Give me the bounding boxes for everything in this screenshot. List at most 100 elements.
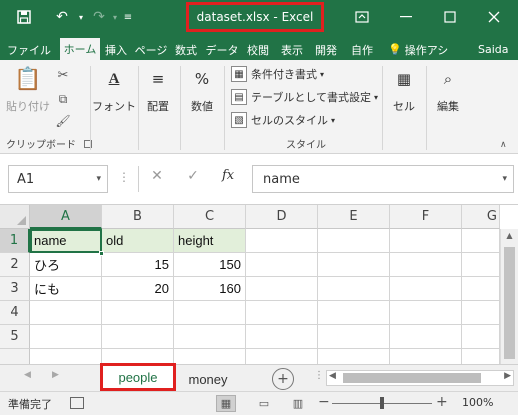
ribbon-display-options-icon[interactable] bbox=[340, 4, 384, 30]
tab-page-layout[interactable]: ページ bbox=[134, 39, 168, 60]
cell[interactable] bbox=[318, 301, 390, 325]
cell[interactable] bbox=[246, 325, 318, 349]
zoom-out-icon[interactable]: − bbox=[318, 394, 330, 410]
tab-split-handle-icon[interactable]: ⋮ bbox=[314, 370, 324, 381]
confirm-entry-icon[interactable]: ✓ bbox=[182, 168, 204, 184]
redo-dropdown-icon[interactable]: ▾ bbox=[111, 6, 119, 28]
account-name[interactable]: Saida bbox=[478, 39, 509, 60]
row-header[interactable]: 2 bbox=[0, 253, 30, 277]
cell-b1[interactable]: old bbox=[102, 229, 174, 253]
cell[interactable] bbox=[462, 325, 500, 349]
cell[interactable] bbox=[462, 349, 500, 365]
name-box[interactable]: A1 ▾ bbox=[8, 165, 108, 193]
column-header[interactable]: A bbox=[30, 205, 102, 229]
tab-review[interactable]: 校閲 bbox=[242, 39, 274, 60]
cell[interactable] bbox=[30, 301, 102, 325]
cell[interactable] bbox=[390, 301, 462, 325]
column-header[interactable]: E bbox=[318, 205, 390, 229]
horizontal-scroll-thumb[interactable] bbox=[343, 373, 481, 383]
cell[interactable] bbox=[174, 349, 246, 365]
page-break-view-icon[interactable]: ▥ bbox=[288, 395, 308, 412]
undo-icon[interactable]: ↶ bbox=[50, 6, 74, 28]
next-sheet-icon[interactable]: ▶ bbox=[52, 370, 59, 380]
number-button[interactable]: % 数値 bbox=[184, 66, 220, 114]
cell[interactable] bbox=[390, 229, 462, 253]
cell[interactable] bbox=[246, 253, 318, 277]
tab-developer[interactable]: 開発 bbox=[310, 39, 342, 60]
cell[interactable] bbox=[462, 277, 500, 301]
previous-sheet-icon[interactable]: ◀ bbox=[24, 370, 31, 380]
scroll-right-icon[interactable]: ▶ bbox=[504, 371, 511, 381]
format-painter-icon[interactable]: 🖌 bbox=[54, 110, 72, 132]
format-as-table-button[interactable]: ▤ テーブルとして書式設定 ▾ bbox=[231, 87, 378, 107]
tab-data[interactable]: データ bbox=[204, 39, 240, 60]
cell[interactable] bbox=[102, 301, 174, 325]
cell[interactable] bbox=[30, 325, 102, 349]
column-header[interactable]: B bbox=[102, 205, 174, 229]
row-header[interactable]: 5 bbox=[0, 325, 30, 349]
zoom-in-icon[interactable]: + bbox=[436, 394, 448, 410]
column-header[interactable]: D bbox=[246, 205, 318, 229]
cell-styles-button[interactable]: ▧ セルのスタイル ▾ bbox=[231, 110, 335, 130]
cell[interactable] bbox=[246, 229, 318, 253]
zoom-slider-thumb[interactable] bbox=[380, 397, 384, 409]
cell[interactable] bbox=[390, 253, 462, 277]
formula-input[interactable]: name ▾ bbox=[252, 165, 514, 193]
undo-dropdown-icon[interactable]: ▾ bbox=[76, 6, 86, 28]
tab-view[interactable]: 表示 bbox=[276, 39, 308, 60]
editing-button[interactable]: ⌕ 編集 bbox=[430, 66, 466, 114]
cell-a3[interactable]: にも bbox=[30, 277, 102, 301]
cell[interactable] bbox=[318, 229, 390, 253]
cell[interactable] bbox=[174, 301, 246, 325]
close-button[interactable] bbox=[472, 4, 516, 30]
page-layout-view-icon[interactable]: ▭ bbox=[254, 395, 274, 412]
fill-handle[interactable] bbox=[99, 251, 104, 256]
scroll-left-icon[interactable]: ◀ bbox=[329, 371, 336, 381]
sheet-tab[interactable]: money bbox=[180, 368, 236, 390]
cell-a1[interactable]: name bbox=[30, 229, 102, 253]
select-all-button[interactable] bbox=[0, 205, 30, 229]
cell[interactable] bbox=[318, 253, 390, 277]
tab-formulas[interactable]: 数式 bbox=[170, 39, 202, 60]
font-button[interactable]: A フォント bbox=[92, 66, 136, 114]
column-header[interactable]: F bbox=[390, 205, 462, 229]
customize-qat-icon[interactable]: ≡ bbox=[122, 6, 134, 28]
cell[interactable] bbox=[174, 325, 246, 349]
save-icon[interactable] bbox=[14, 6, 34, 28]
copy-icon[interactable]: ⧉ bbox=[54, 88, 72, 110]
sheet-tab-active[interactable]: people bbox=[100, 363, 176, 391]
cancel-entry-icon[interactable]: ✕ bbox=[146, 168, 168, 184]
row-header[interactable]: 1 bbox=[0, 229, 30, 253]
tab-file[interactable]: ファイル bbox=[4, 39, 54, 60]
minimize-button[interactable] bbox=[384, 4, 428, 30]
tab-home[interactable]: ホーム bbox=[60, 38, 100, 60]
cell[interactable] bbox=[246, 301, 318, 325]
redo-icon[interactable]: ↷ bbox=[88, 6, 110, 28]
column-header[interactable]: C bbox=[174, 205, 246, 229]
cell-c1[interactable]: height bbox=[174, 229, 246, 253]
collapse-ribbon-icon[interactable]: ∧ bbox=[500, 140, 507, 150]
macro-record-icon[interactable] bbox=[70, 397, 84, 409]
vertical-scrollbar[interactable]: ▲ bbox=[500, 229, 518, 365]
cell[interactable] bbox=[462, 301, 500, 325]
tab-custom[interactable]: 自作 bbox=[344, 39, 380, 60]
add-sheet-icon[interactable]: + bbox=[272, 368, 294, 390]
horizontal-scrollbar[interactable]: ◀ ▶ bbox=[326, 370, 514, 386]
cell[interactable] bbox=[390, 277, 462, 301]
cells-button[interactable]: ▦ セル bbox=[386, 66, 422, 114]
cut-icon[interactable]: ✂ bbox=[54, 64, 72, 86]
zoom-level[interactable]: 100% bbox=[462, 396, 493, 409]
paste-button[interactable]: 📋 貼り付け bbox=[6, 66, 50, 114]
row-header[interactable]: 3 bbox=[0, 277, 30, 301]
column-header[interactable]: G bbox=[462, 205, 500, 229]
scroll-up-icon[interactable]: ▲ bbox=[501, 231, 518, 245]
row-header[interactable] bbox=[0, 349, 30, 365]
chevron-down-icon[interactable]: ▾ bbox=[96, 174, 101, 184]
tab-insert[interactable]: 挿入 bbox=[100, 39, 132, 60]
cell-c2[interactable]: 150 bbox=[174, 253, 246, 277]
cell-a2[interactable]: ひろ bbox=[30, 253, 102, 277]
row-header[interactable]: 4 bbox=[0, 301, 30, 325]
cell[interactable] bbox=[30, 349, 102, 365]
cell[interactable] bbox=[318, 277, 390, 301]
vertical-scroll-thumb[interactable] bbox=[504, 247, 515, 359]
